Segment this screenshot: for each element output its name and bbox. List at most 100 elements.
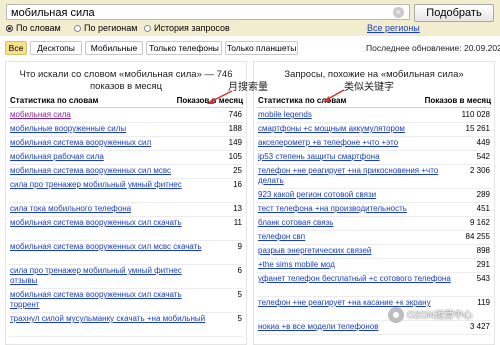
query-link[interactable]: смартфоны +с мощным аккумулятором <box>258 124 454 134</box>
impressions-count: 84 255 <box>465 232 490 241</box>
table-row: телефон +не реагирует +на прикосновения … <box>257 164 491 189</box>
mode-history[interactable]: История запросов <box>144 22 230 34</box>
table-row: бланк сотовая связь 9 162 <box>257 216 491 231</box>
query-link[interactable]: телефон +не реагирует +на прикосновения … <box>258 166 454 186</box>
impressions-count: 542 <box>476 152 490 161</box>
impressions-count: 9 <box>237 242 242 251</box>
mode-label: История запросов <box>154 23 230 33</box>
impressions-count: 2 306 <box>469 166 490 175</box>
annotation-monthly-volume: 月搜索量 <box>228 82 268 93</box>
watermark-text: OZON运营中心 <box>407 310 473 321</box>
query-link[interactable]: разрыв энергетических связей <box>258 246 454 256</box>
table-row: разрыв энергетических связей 898 <box>257 244 491 259</box>
impressions-count: 25 <box>233 166 242 175</box>
impressions-count: 6 <box>237 266 242 275</box>
query-link[interactable]: акселерометр +в телефоне +что +это <box>258 138 454 148</box>
table-row: мобильная система вооруженных сил мсвс 25 <box>9 164 243 179</box>
column-header-query: Статистика по словам <box>10 96 99 105</box>
impressions-count: 11 <box>233 218 242 227</box>
impressions-count: 291 <box>476 260 490 269</box>
table-row: уфанет телефон бесплатный +с сотового те… <box>257 272 491 297</box>
tab-phones-only[interactable]: Только телефоны <box>146 41 222 55</box>
table-row: трахнул силой мусульманку скачать +на мо… <box>9 312 243 337</box>
query-link[interactable]: мобильная система вооруженных сил мсвс с… <box>10 242 206 252</box>
table-row: мобильная система вооруженных сил скачат… <box>9 288 243 313</box>
watermark: OZON运营中心 <box>388 304 498 328</box>
query-link[interactable]: mobile legends <box>258 110 454 120</box>
impressions-count: 898 <box>476 246 490 255</box>
clear-search-icon[interactable]: × <box>393 7 404 18</box>
query-link[interactable]: телефон свп <box>258 232 454 242</box>
table-row: mobile legends 110 028 <box>257 108 491 123</box>
query-link[interactable]: мобильная рабочая сила <box>10 152 206 162</box>
impressions-count: 16 <box>233 180 242 189</box>
query-link[interactable]: мобильная система вооруженных сил мсвс <box>10 166 206 176</box>
query-link[interactable]: +the sims mobile мод <box>258 260 454 270</box>
impressions-count: 5 <box>237 290 242 299</box>
impressions-count: 110 028 <box>461 110 490 119</box>
query-link[interactable]: мобильные вооруженные силы <box>10 124 206 134</box>
query-link[interactable]: сила про тренажер мобильный умный фитнес <box>10 180 206 190</box>
impressions-count: 188 <box>228 124 242 133</box>
query-link[interactable]: уфанет телефон бесплатный +с сотового те… <box>258 274 454 284</box>
table-row: сила тока мобильного телефона 13 <box>9 202 243 217</box>
query-link[interactable]: мобильная система вооруженных сил <box>10 138 206 148</box>
mode-by-regions[interactable]: По регионам <box>74 22 137 34</box>
impressions-count: 449 <box>476 138 490 147</box>
tab-desktops[interactable]: Десктопы <box>30 41 82 55</box>
radio-selected-icon <box>6 25 13 32</box>
table-row: сила про тренажер мобильный умный фитнес… <box>9 264 243 289</box>
query-link[interactable]: ip53 степень защиты смартфона <box>258 152 454 162</box>
table-row: смартфоны +с мощным аккумулятором 15 261 <box>257 122 491 137</box>
annotation-similar-keywords: 类似关键字 <box>344 82 394 93</box>
panel-title: Что искали со словом «мобильная сила» — … <box>19 69 233 80</box>
annotation-arrow-icon <box>323 89 345 102</box>
table-row: +the sims mobile мод 291 <box>257 258 491 273</box>
tab-mobile[interactable]: Мобильные <box>85 41 143 55</box>
query-link[interactable]: 923 какой регион сотовой связи <box>258 190 454 200</box>
radio-icon <box>144 25 151 32</box>
all-regions-link[interactable]: Все регионы <box>367 22 420 34</box>
impressions-count: 746 <box>228 110 242 119</box>
impressions-count: 15 261 <box>465 124 490 133</box>
impressions-count: 289 <box>476 190 490 199</box>
radio-icon <box>74 25 81 32</box>
impressions-count: 543 <box>476 274 490 283</box>
impressions-count: 5 <box>237 314 242 323</box>
table-row: тест телефона +на производительность 451 <box>257 202 491 217</box>
last-updated: Последнее обновление: 20.09.2021 <box>366 43 500 53</box>
table-row: ip53 степень защиты смартфона 542 <box>257 150 491 165</box>
tab-all[interactable]: Все <box>5 41 27 55</box>
query-link[interactable]: сила тока мобильного телефона <box>10 204 206 214</box>
table-row: мобильная сила 746 <box>9 108 243 123</box>
watermark-logo-icon <box>388 307 404 324</box>
impressions-count: 451 <box>476 204 490 213</box>
table-row: мобильные вооруженные силы 188 <box>9 122 243 137</box>
table-header: Статистика по словам Показов в месяц <box>257 95 491 108</box>
panel-title: Запросы, похожие на «мобильная сила» <box>284 69 464 80</box>
similar-queries-panel: Запросы, похожие на «мобильная сила» Ста… <box>253 61 495 345</box>
query-link[interactable]: мобильная сила <box>10 110 206 120</box>
table-row: мобильная система вооруженных сил мсвс с… <box>9 240 243 265</box>
mode-label: По регионам <box>84 23 138 33</box>
query-link[interactable]: мобильная система вооруженных сил скачат… <box>10 290 206 310</box>
table-row: мобильная рабочая сила 105 <box>9 150 243 165</box>
table-row: телефон свп 84 255 <box>257 230 491 245</box>
query-link[interactable]: трахнул силой мусульманку скачать +на мо… <box>10 314 206 324</box>
mode-by-words[interactable]: По словам <box>6 22 61 34</box>
mode-label: По словам <box>16 23 61 33</box>
query-link[interactable]: тест телефона +на производительность <box>258 204 454 214</box>
impressions-count: 105 <box>228 152 242 161</box>
query-link[interactable]: бланк сотовая связь <box>258 218 454 228</box>
query-link[interactable]: сила про тренажер мобильный умный фитнес… <box>10 266 206 286</box>
tab-tablets-only[interactable]: Только планшеты <box>225 41 298 55</box>
table-row: сила про тренажер мобильный умный фитнес… <box>9 178 243 203</box>
query-link[interactable]: мобильная система вооруженных сил скачат… <box>10 218 206 228</box>
table-row: мобильная система вооруженных сил 149 <box>9 136 243 151</box>
table-row: мобильная система вооруженных сил скачат… <box>9 216 243 241</box>
search-button[interactable]: Подобрать <box>414 4 494 22</box>
column-header-count: Показов в месяц <box>424 96 491 105</box>
impressions-count: 9 162 <box>469 218 490 227</box>
table-row: 923 какой регион сотовой связи 289 <box>257 188 491 203</box>
search-input[interactable]: мобильная сила <box>6 4 410 20</box>
